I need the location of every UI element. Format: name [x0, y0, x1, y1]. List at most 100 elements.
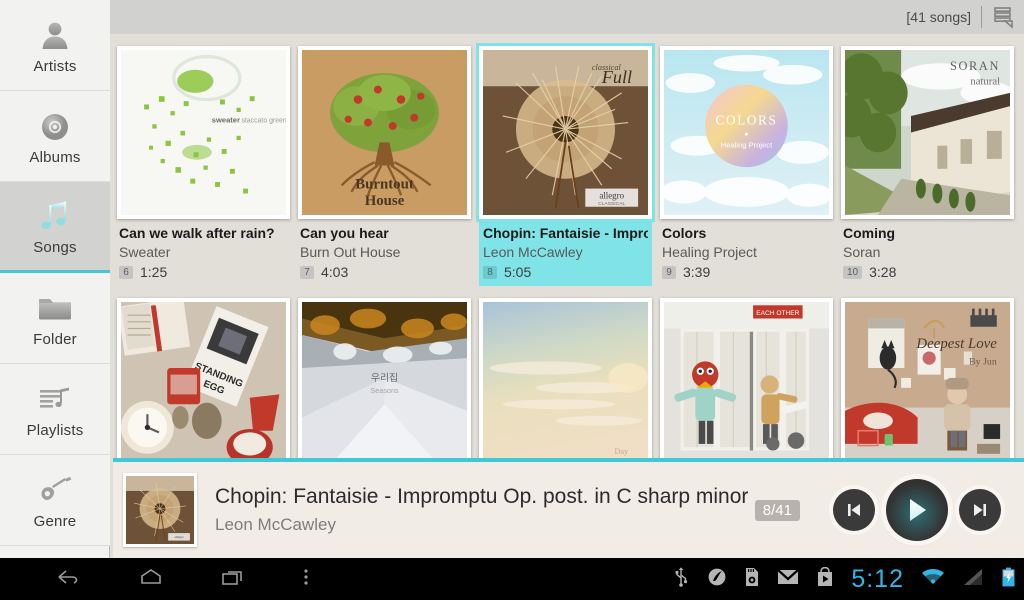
sidebar-item-label: Folder — [33, 330, 77, 348]
svg-text:EACH OTHER: EACH OTHER — [756, 310, 799, 317]
svg-text:우리집: 우리집 — [371, 372, 398, 384]
folder-icon — [35, 289, 75, 329]
sweater-staccato-green-artwork: sweater staccato green — [121, 50, 286, 215]
wifi-icon — [921, 567, 945, 592]
now-playing-artwork[interactable]: allegro — [123, 473, 197, 547]
album-art[interactable]: Day — [479, 298, 652, 458]
song-duration: 1:25 — [140, 264, 168, 280]
song-title: Chopin: Fantaisie - Impromptu — [483, 225, 648, 241]
song-count-label: [41 songs] — [906, 9, 971, 25]
sidebar-item-songs[interactable]: Songs — [0, 182, 110, 273]
svg-text:House: House — [365, 193, 405, 209]
playlist-icon — [36, 380, 74, 420]
svg-text:Full: Full — [601, 67, 632, 87]
sidebar-item-artists[interactable]: Artists — [0, 0, 110, 91]
skip-next-icon[interactable] — [959, 489, 1001, 531]
album-art[interactable]: sweater staccato green — [117, 46, 290, 219]
status-clock: 5:12 — [851, 564, 904, 593]
song-card[interactable]: SORAN natural Coming Soran 10 3:28 — [841, 46, 1014, 286]
signal-icon — [962, 567, 984, 592]
song-card[interactable]: 우리집 Seasons — [298, 298, 471, 458]
skip-previous-icon[interactable] — [833, 489, 875, 531]
play-store-icon — [816, 566, 834, 592]
song-grid[interactable]: sweater staccato green Can we walk after… — [110, 34, 1024, 458]
disc-icon — [37, 107, 73, 147]
svg-text:By Jun: By Jun — [969, 357, 997, 368]
song-duration: 3:39 — [683, 264, 711, 280]
sidebar: Artists Albums Songs Folder Playlists Ge… — [0, 0, 110, 558]
svg-text:CLASSICAL: CLASSICAL — [598, 201, 625, 207]
song-duration: 5:05 — [504, 264, 532, 280]
sync-icon — [707, 567, 727, 592]
track-number-badge: 6 — [119, 265, 133, 279]
song-meta: Colors Healing Project 9 3:39 — [660, 219, 833, 286]
play-icon[interactable] — [886, 479, 948, 541]
album-art[interactable]: Burntout House — [298, 46, 471, 219]
svg-text:Healing Project: Healing Project — [721, 140, 773, 149]
sidebar-item-playlists[interactable]: Playlists — [0, 364, 110, 455]
allegro-dandelion-artwork: classical Full allegro CLASSICAL — [483, 50, 648, 215]
song-card-selected[interactable]: classical Full allegro CLASSICAL Chopin:… — [476, 43, 655, 286]
gmail-icon — [777, 568, 800, 591]
deepest-love-by-jun-artwork: Deepest Love By Jun — [845, 302, 1010, 458]
album-art[interactable]: SORAN natural — [841, 46, 1014, 219]
list-view-icon[interactable] — [990, 4, 1016, 30]
now-playing-text: Chopin: Fantaisie - Impromptu Op. post. … — [215, 485, 755, 535]
album-art[interactable]: Deepest Love By Jun — [841, 298, 1014, 458]
song-card[interactable]: STANDING EGG — [117, 298, 290, 458]
svg-text:Day: Day — [614, 447, 629, 456]
grid-row: STANDING EGG 우리집 Seasons Day EACH OTHER … — [117, 298, 1024, 458]
home-icon[interactable] — [138, 566, 164, 593]
android-navigation-bar: 5:12 — [0, 558, 1024, 600]
svg-text:SORAN: SORAN — [950, 59, 1000, 73]
svg-text:sweater: sweater — [212, 116, 240, 125]
song-card[interactable]: EACH OTHER — [660, 298, 833, 458]
album-art[interactable]: classical Full allegro CLASSICAL — [476, 43, 655, 222]
sidebar-item-label: Genre — [33, 512, 77, 530]
song-title: Can you hear — [300, 225, 389, 241]
each-other-storefront-artwork: EACH OTHER — [664, 302, 829, 458]
svg-text:allegro: allegro — [174, 535, 184, 539]
nav-buttons — [0, 566, 310, 593]
album-art[interactable]: COLORS Healing Project — [660, 46, 833, 219]
now-playing-artist: Leon McCawley — [215, 515, 336, 534]
overflow-menu-icon[interactable] — [302, 566, 310, 593]
song-card[interactable]: Deepest Love By Jun — [841, 298, 1014, 458]
song-meta: Coming Soran 10 3:28 — [841, 219, 1014, 286]
song-card[interactable]: Burntout House Can you hear Burn Out Hou… — [298, 46, 471, 286]
now-playing-title: Chopin: Fantaisie - Impromptu Op. post. … — [215, 485, 749, 508]
sidebar-item-label: Playlists — [26, 421, 84, 439]
sidebar-item-label: Artists — [33, 57, 77, 75]
svg-text:Seasons: Seasons — [370, 386, 399, 395]
song-duration: 4:03 — [321, 264, 349, 280]
svg-text:Burntout: Burntout — [355, 177, 414, 193]
song-card[interactable]: Day — [479, 298, 652, 458]
sidebar-item-label: Albums — [29, 148, 81, 166]
svg-text:staccato green: staccato green — [241, 118, 286, 125]
soran-natural-house-artwork: SORAN natural — [845, 50, 1010, 215]
inverted-landscape-artwork: 우리집 Seasons — [302, 302, 467, 458]
status-icons: 5:12 — [672, 565, 1024, 594]
battery-charging-icon — [1001, 567, 1016, 592]
grid-row: sweater staccato green Can we walk after… — [117, 43, 1024, 286]
sidebar-item-genre[interactable]: Genre — [0, 455, 110, 546]
usb-icon — [672, 566, 690, 592]
song-meta: Can you hear Burn Out House 7 4:03 — [298, 219, 471, 286]
album-art[interactable]: EACH OTHER — [660, 298, 833, 458]
now-playing-bar: allegro Chopin: Fantaisie - Impromptu Op… — [113, 458, 1024, 558]
sidebar-item-folder[interactable]: Folder — [0, 273, 110, 364]
person-icon — [38, 16, 72, 56]
song-title: Colors — [662, 225, 707, 241]
sidebar-item-label: Songs — [33, 238, 77, 256]
back-icon[interactable] — [56, 566, 82, 593]
song-card[interactable]: sweater staccato green Can we walk after… — [117, 46, 290, 286]
song-meta: Chopin: Fantaisie - Impromptu Leon McCaw… — [479, 219, 652, 286]
pastel-sky-artwork: Day — [483, 302, 648, 458]
recents-icon[interactable] — [220, 566, 246, 593]
album-art[interactable]: 우리집 Seasons — [298, 298, 471, 458]
music-app: Artists Albums Songs Folder Playlists Ge… — [0, 0, 1024, 558]
song-artist: Burn Out House — [300, 244, 401, 260]
song-card[interactable]: COLORS Healing Project Colors Healing Pr… — [660, 46, 833, 286]
album-art[interactable]: STANDING EGG — [117, 298, 290, 458]
sidebar-item-albums[interactable]: Albums — [0, 91, 110, 182]
